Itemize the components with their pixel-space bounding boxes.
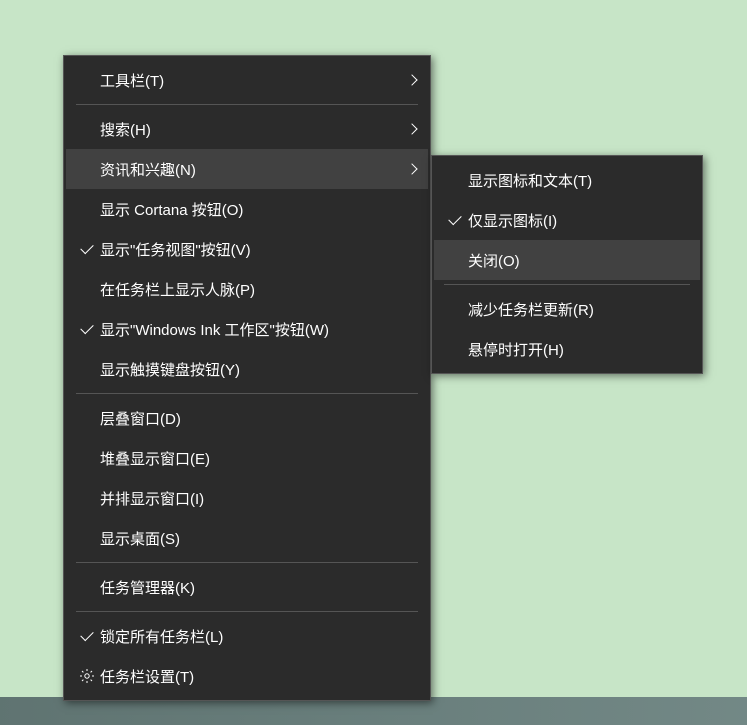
menu-label: 显示触摸键盘按钮(Y) xyxy=(100,359,396,380)
check-indicator xyxy=(442,218,468,222)
check-indicator xyxy=(74,247,100,251)
submenu-item-icon-only[interactable]: 仅显示图标(I) xyxy=(434,200,700,240)
menu-separator xyxy=(76,393,418,394)
menu-label: 锁定所有任务栏(L) xyxy=(100,626,396,647)
gear-icon xyxy=(74,668,100,684)
menu-label: 工具栏(T) xyxy=(100,70,396,91)
checkmark-icon xyxy=(80,321,93,334)
chevron-right-icon xyxy=(406,123,417,134)
menu-label: 关闭(O) xyxy=(468,250,688,271)
menu-label: 显示"Windows Ink 工作区"按钮(W) xyxy=(100,319,396,340)
menu-label: 仅显示图标(I) xyxy=(468,210,688,231)
check-indicator xyxy=(74,634,100,638)
menu-label: 悬停时打开(H) xyxy=(468,339,688,360)
chevron-right-icon xyxy=(406,74,417,85)
menu-separator xyxy=(76,104,418,105)
menu-item-search[interactable]: 搜索(H) xyxy=(66,109,428,149)
menu-label: 显示"任务视图"按钮(V) xyxy=(100,239,396,260)
menu-item-sidebyside[interactable]: 并排显示窗口(I) xyxy=(66,478,428,518)
chevron-right-icon xyxy=(406,163,417,174)
menu-item-touchkeyboard[interactable]: 显示触摸键盘按钮(Y) xyxy=(66,349,428,389)
menu-label: 搜索(H) xyxy=(100,119,396,140)
submenu-item-hover-open[interactable]: 悬停时打开(H) xyxy=(434,329,700,369)
menu-item-stacked[interactable]: 堆叠显示窗口(E) xyxy=(66,438,428,478)
menu-item-cortana[interactable]: 显示 Cortana 按钮(O) xyxy=(66,189,428,229)
menu-item-news-interests[interactable]: 资讯和兴趣(N) xyxy=(66,149,428,189)
menu-item-people[interactable]: 在任务栏上显示人脉(P) xyxy=(66,269,428,309)
menu-label: 堆叠显示窗口(E) xyxy=(100,448,396,469)
menu-label: 显示图标和文本(T) xyxy=(468,170,688,191)
menu-separator xyxy=(76,562,418,563)
submenu-indicator xyxy=(396,125,416,133)
checkmark-icon xyxy=(80,241,93,254)
menu-label: 层叠窗口(D) xyxy=(100,408,396,429)
menu-label: 任务管理器(K) xyxy=(100,577,396,598)
menu-item-toolbar[interactable]: 工具栏(T) xyxy=(66,60,428,100)
menu-item-taskview[interactable]: 显示"任务视图"按钮(V) xyxy=(66,229,428,269)
menu-label: 并排显示窗口(I) xyxy=(100,488,396,509)
menu-label: 资讯和兴趣(N) xyxy=(100,159,396,180)
submenu-item-reduce-updates[interactable]: 减少任务栏更新(R) xyxy=(434,289,700,329)
menu-item-desktop[interactable]: 显示桌面(S) xyxy=(66,518,428,558)
submenu-indicator xyxy=(396,76,416,84)
menu-item-settings[interactable]: 任务栏设置(T) xyxy=(66,656,428,696)
checkmark-icon xyxy=(448,212,461,225)
submenu-item-off[interactable]: 关闭(O) xyxy=(434,240,700,280)
menu-item-ink[interactable]: 显示"Windows Ink 工作区"按钮(W) xyxy=(66,309,428,349)
menu-label: 任务栏设置(T) xyxy=(100,666,396,687)
checkmark-icon xyxy=(80,628,93,641)
menu-label: 在任务栏上显示人脉(P) xyxy=(100,279,396,300)
menu-item-cascade[interactable]: 层叠窗口(D) xyxy=(66,398,428,438)
taskbar[interactable] xyxy=(0,697,747,725)
menu-separator xyxy=(444,284,690,285)
menu-item-lock[interactable]: 锁定所有任务栏(L) xyxy=(66,616,428,656)
taskbar-context-menu: 工具栏(T) 搜索(H) 资讯和兴趣(N) 显示 Cortana 按钮(O) 显… xyxy=(63,55,431,701)
menu-label: 减少任务栏更新(R) xyxy=(468,299,688,320)
submenu-indicator xyxy=(396,165,416,173)
menu-item-taskmgr[interactable]: 任务管理器(K) xyxy=(66,567,428,607)
menu-separator xyxy=(76,611,418,612)
menu-label: 显示 Cortana 按钮(O) xyxy=(100,199,396,220)
menu-label: 显示桌面(S) xyxy=(100,528,396,549)
news-interests-submenu: 显示图标和文本(T) 仅显示图标(I) 关闭(O) 减少任务栏更新(R) 悬停时… xyxy=(431,155,703,374)
submenu-item-icon-text[interactable]: 显示图标和文本(T) xyxy=(434,160,700,200)
check-indicator xyxy=(74,327,100,331)
